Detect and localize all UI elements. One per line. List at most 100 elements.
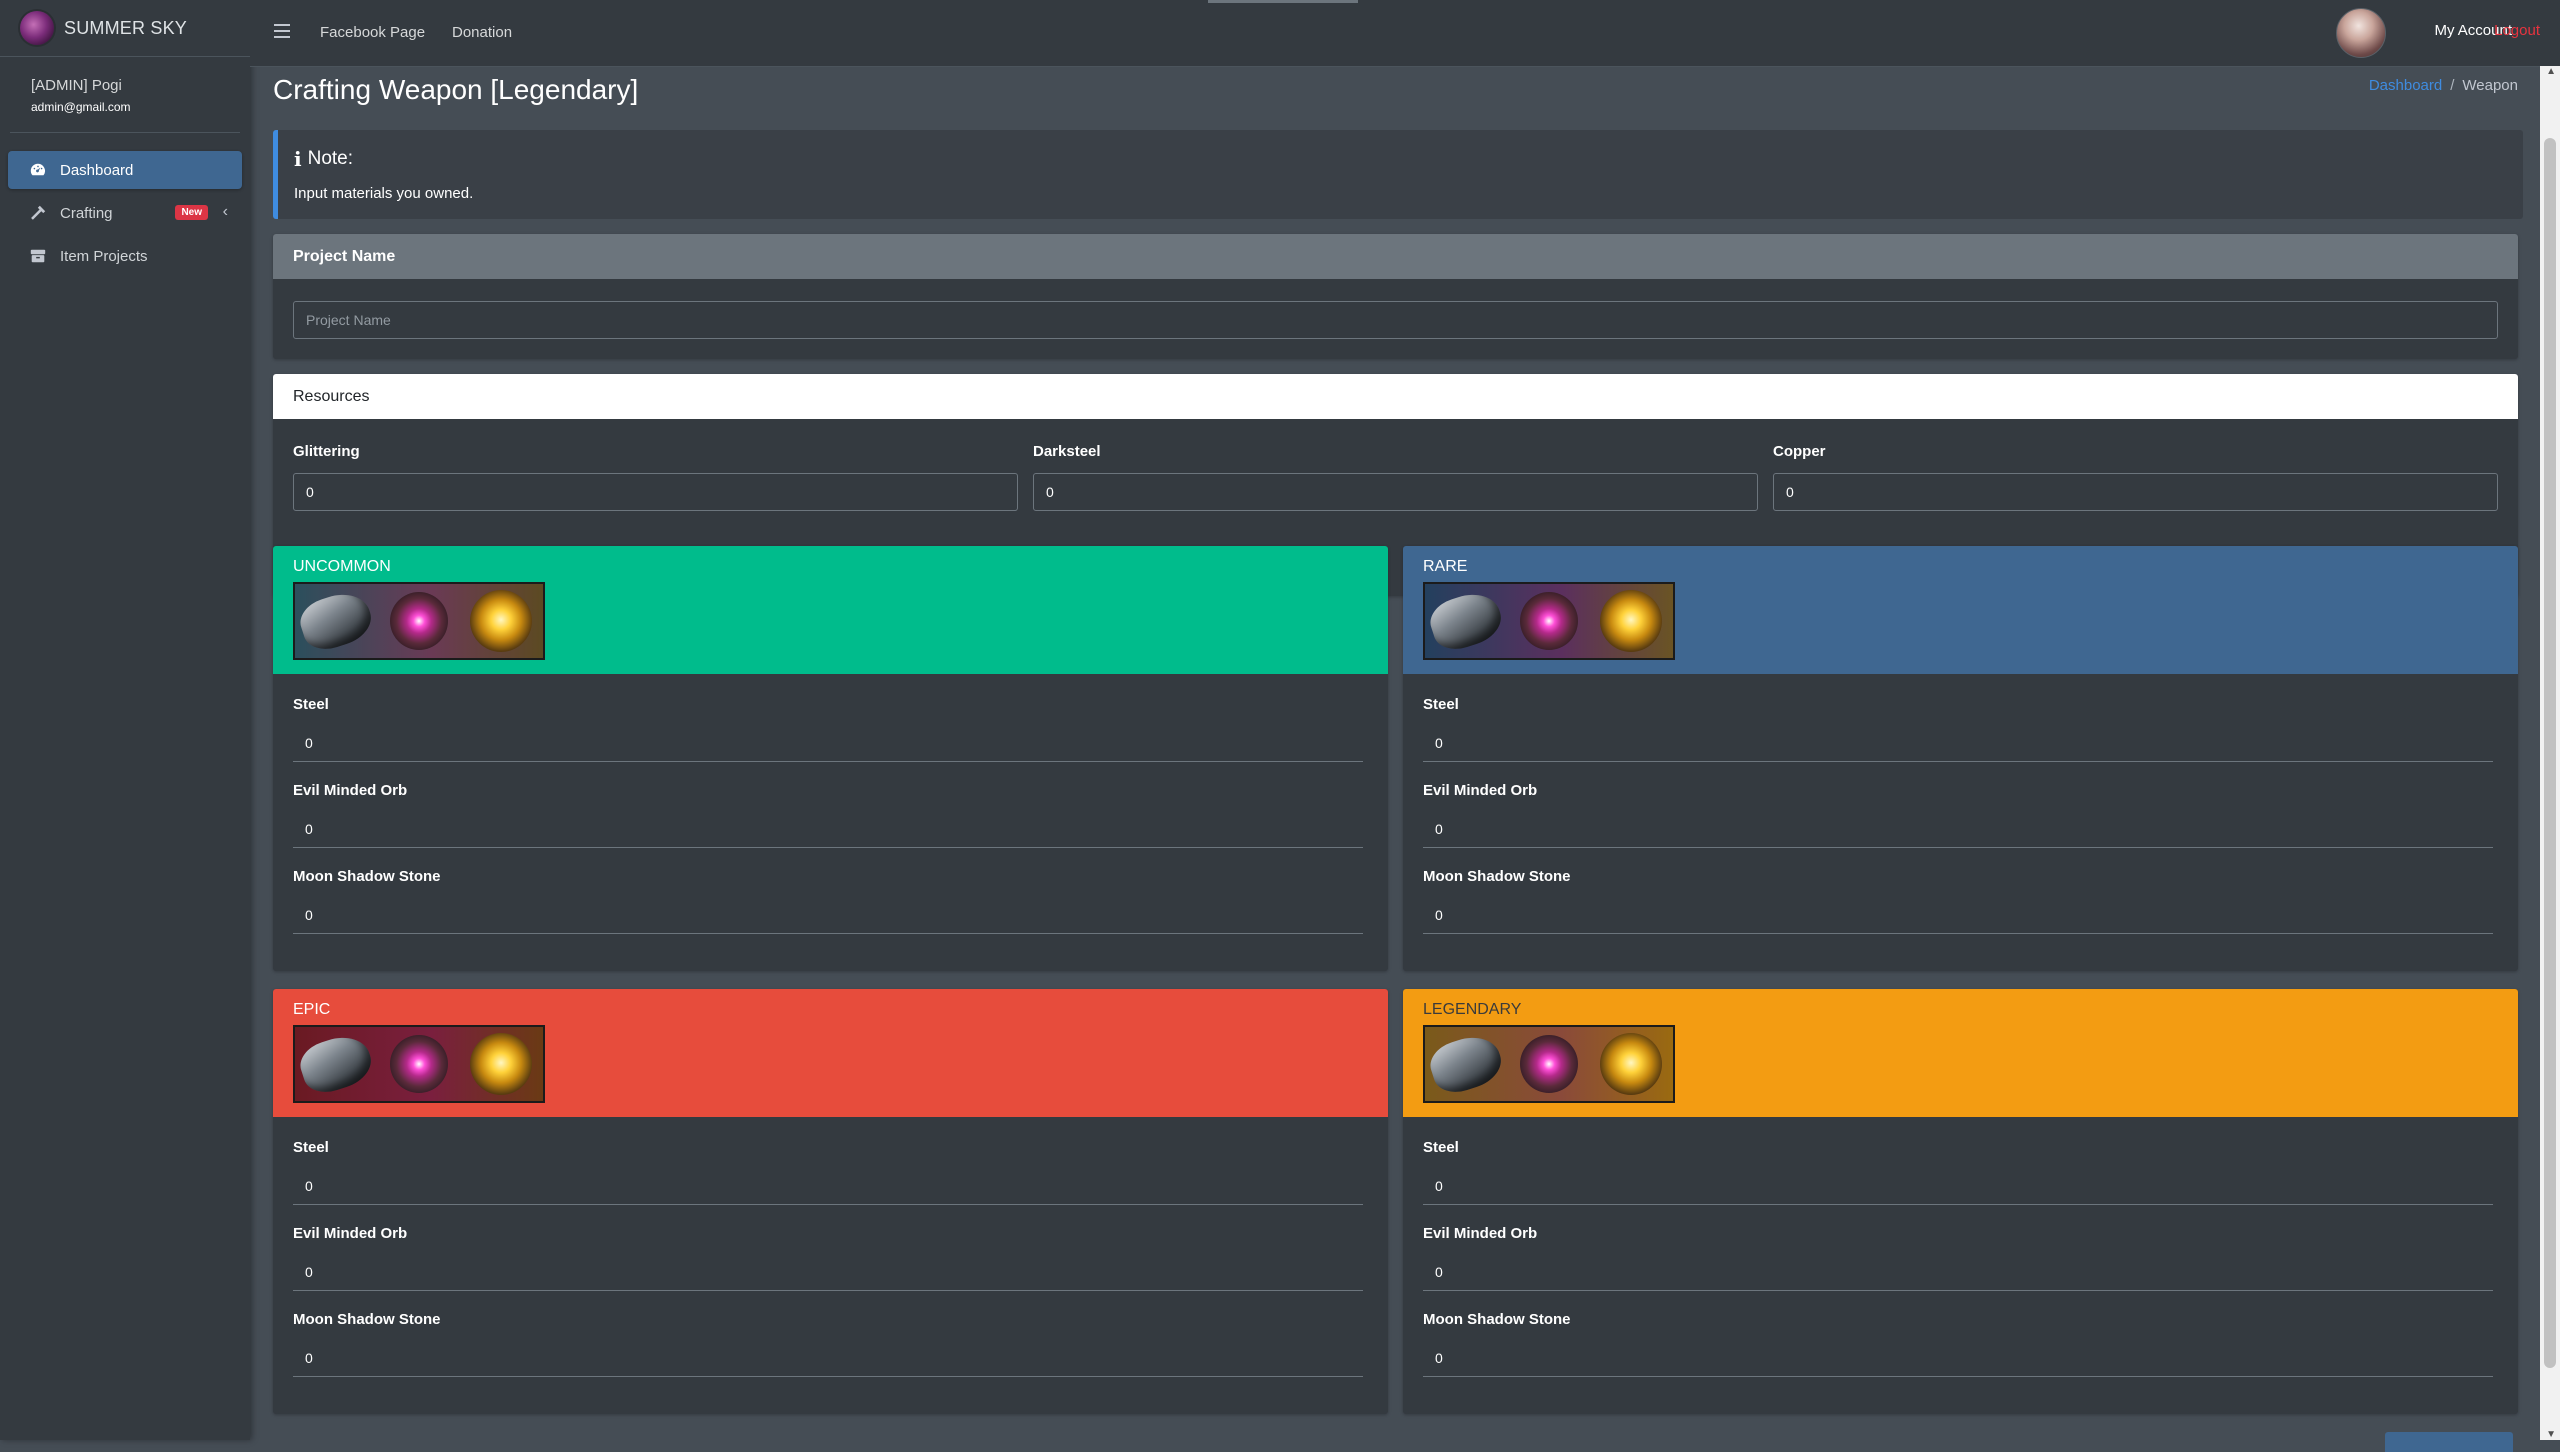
menu-toggle-icon[interactable] [274,24,290,38]
tier-title: UNCOMMON [293,558,391,575]
content-wrapper: Crafting Weapon [Legendary] Dashboard / We… [250,66,2540,1452]
topbar-indicator [1208,0,1358,3]
avatar[interactable] [2336,8,2386,58]
hammer-icon [28,203,48,223]
note-callout: i Note: Input materials you owned. [273,130,2523,219]
evil-minded-orb-icon [378,1027,461,1101]
glittering-input[interactable] [293,473,1018,511]
copper-input[interactable] [1773,473,2498,511]
tier-card-epic: EPIC Steel Evil Minded Orb Moon Shadow S… [273,989,1388,1414]
steel-label: Steel [1423,696,1459,713]
evil-minded-orb-input[interactable] [293,810,1363,848]
moon-shadow-stone-label: Moon Shadow Stone [1423,1311,1571,1328]
brand-text: SUMMER SKY [64,17,188,38]
tier-materials-strip [293,582,545,660]
steel-input[interactable] [293,724,1363,762]
submit-button[interactable] [2385,1432,2513,1452]
evil-minded-orb-icon [1508,584,1591,658]
scroll-down-icon[interactable]: ▼ [2546,1429,2556,1440]
moon-shadow-stone-input[interactable] [293,1339,1363,1377]
sidebar-item-label: Crafting [60,204,113,222]
steel-ingot-icon [295,1027,378,1101]
breadcrumb: Dashboard / Weapon [2369,77,2518,94]
note-title: i Note: [294,147,353,171]
sidebar-nav: Dashboard Crafting New ‹ Item Projects [0,133,250,275]
box-icon [28,246,48,266]
moon-shadow-stone-input[interactable] [1423,1339,2493,1377]
info-icon: i [294,147,302,171]
tier-materials-strip [1423,582,1675,660]
steel-input[interactable] [1423,724,2493,762]
steel-ingot-icon [295,584,378,658]
note-text: Input materials you owned. [294,185,474,202]
main-sidebar: SUMMER SKY [ADMIN] Pogi admin@gmail.com … [0,0,250,1440]
sidebar-item-dashboard[interactable]: Dashboard [8,151,242,189]
evil-minded-orb-icon [378,584,461,658]
tier-card-uncommon: UNCOMMON Steel Evil Minded Orb Moon Shad… [273,546,1388,971]
breadcrumb-separator: / [2450,77,2455,94]
moon-shadow-stone-label: Moon Shadow Stone [293,868,441,885]
steel-label: Steel [1423,1139,1459,1156]
evil-minded-orb-label: Evil Minded Orb [1423,782,1538,799]
evil-minded-orb-input[interactable] [1423,810,2493,848]
tier-title: RARE [1423,558,1468,575]
evil-minded-orb-label: Evil Minded Orb [1423,1225,1538,1242]
evil-minded-orb-icon [1508,1027,1591,1101]
evil-minded-orb-input[interactable] [293,1253,1363,1291]
moon-shadow-stone-label: Moon Shadow Stone [293,1311,441,1328]
sidebar-item-crafting[interactable]: Crafting New ‹ [8,194,242,232]
breadcrumb-dashboard-link[interactable]: Dashboard [2369,77,2442,94]
page-scrollbar[interactable]: ▲ ▼ [2540,66,2560,1440]
steel-label: Steel [293,1139,329,1156]
moon-shadow-stone-icon [1590,1027,1673,1101]
brand-link[interactable]: SUMMER SKY [0,0,250,57]
note-title-text: Note: [307,148,354,169]
tier-card-legendary: LEGENDARY Steel Evil Minded Orb Moon Sha… [1403,989,2518,1414]
project-name-card: Project Name [273,234,2518,359]
evil-minded-orb-label: Evil Minded Orb [293,1225,408,1242]
moon-shadow-stone-icon [460,584,543,658]
top-navbar: Facebook Page Donation My Account Logout [250,0,2560,67]
project-name-input[interactable] [293,301,2498,339]
tier-header: EPIC [273,989,1388,1117]
new-badge: New [175,205,208,220]
resources-header: Resources [273,374,2518,419]
tier-title: LEGENDARY [1423,1001,1522,1018]
scroll-thumb[interactable] [2544,138,2556,1368]
breadcrumb-current: Weapon [2462,77,2518,94]
user-name: [ADMIN] Pogi [31,77,122,94]
project-name-header: Project Name [273,234,2518,279]
steel-input[interactable] [1423,1167,2493,1205]
moon-shadow-stone-input[interactable] [293,896,1363,934]
donation-link[interactable]: Donation [452,24,512,41]
tier-card-rare: RARE Steel Evil Minded Orb Moon Shadow S… [1403,546,2518,971]
moon-shadow-stone-icon [1590,584,1673,658]
tier-title: EPIC [293,1001,331,1018]
evil-minded-orb-input[interactable] [1423,1253,2493,1291]
user-panel: [ADMIN] Pogi admin@gmail.com [10,57,240,133]
tier-materials-strip [1423,1025,1675,1103]
moon-shadow-stone-input[interactable] [1423,896,2493,934]
chevron-left-icon: ‹ [222,203,228,220]
user-email: admin@gmail.com [31,100,131,114]
sidebar-item-item-projects[interactable]: Item Projects [8,237,242,275]
glittering-label: Glittering [293,443,360,460]
tachometer-icon [28,160,48,180]
steel-ingot-icon [1425,584,1508,658]
copper-label: Copper [1773,443,1826,460]
moon-shadow-stone-icon [460,1027,543,1101]
tier-materials-strip [293,1025,545,1103]
tier-header: LEGENDARY [1403,989,2518,1117]
steel-label: Steel [293,696,329,713]
facebook-page-link[interactable]: Facebook Page [320,24,425,41]
scroll-up-icon[interactable]: ▲ [2546,66,2556,77]
steel-ingot-icon [1425,1027,1508,1101]
sidebar-item-label: Item Projects [60,247,148,265]
moon-shadow-stone-label: Moon Shadow Stone [1423,868,1571,885]
page-title: Crafting Weapon [Legendary] [273,74,639,105]
darksteel-label: Darksteel [1033,443,1101,460]
logout-link[interactable]: Logout [2494,22,2540,39]
steel-input[interactable] [293,1167,1363,1205]
darksteel-input[interactable] [1033,473,1758,511]
evil-minded-orb-label: Evil Minded Orb [293,782,408,799]
